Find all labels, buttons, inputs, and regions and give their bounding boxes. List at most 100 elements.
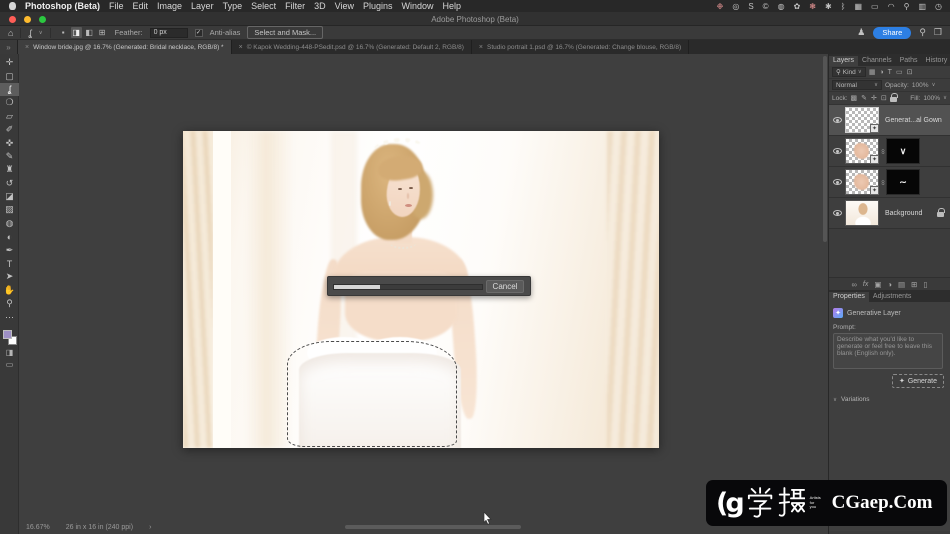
- menu-view[interactable]: View: [335, 1, 354, 11]
- zoom-level[interactable]: 16.67%: [26, 524, 50, 531]
- intersect-selection-icon[interactable]: ⊞: [97, 27, 108, 38]
- layer-row-generative-2[interactable]: ✦ ∞ ∨: [829, 136, 950, 167]
- edit-toolbar-icon[interactable]: ⋯: [0, 310, 19, 323]
- menu-layer[interactable]: Layer: [191, 1, 214, 11]
- status-app-8-icon[interactable]: ✱: [825, 2, 832, 11]
- lasso-tool[interactable]: ʆ: [0, 83, 19, 96]
- fill-value[interactable]: 100%: [923, 95, 940, 102]
- layer-name[interactable]: Background: [885, 210, 922, 217]
- document-tab-3[interactable]: × Studio portrait 1.psd @ 16.7% (Generat…: [472, 40, 689, 54]
- tab-paths[interactable]: Paths: [896, 56, 922, 66]
- feather-input[interactable]: [150, 28, 188, 38]
- filter-adjustment-layers-icon[interactable]: ◑: [879, 69, 883, 76]
- move-tool[interactable]: ✛: [0, 56, 19, 69]
- anti-alias-checkbox[interactable]: ✓: [195, 29, 203, 37]
- share-button[interactable]: Share: [873, 27, 911, 39]
- status-app-6-icon[interactable]: ✿: [794, 2, 801, 11]
- tab-layers[interactable]: Layers: [829, 56, 858, 66]
- menu-help[interactable]: Help: [443, 1, 462, 11]
- menu-select[interactable]: Select: [251, 1, 276, 11]
- lock-all-icon[interactable]: [890, 97, 897, 102]
- vertical-scrollbar[interactable]: [823, 56, 827, 242]
- menu-3d[interactable]: 3D: [314, 1, 326, 11]
- screen-mode-icon[interactable]: ▭: [0, 359, 19, 371]
- layer-mask-thumbnail[interactable]: ∼: [886, 169, 920, 195]
- filter-type-layers-icon[interactable]: T: [888, 69, 892, 76]
- chevron-down-icon[interactable]: ∨: [39, 30, 43, 36]
- quick-mask-icon[interactable]: ◨: [0, 347, 19, 359]
- clone-stamp-tool[interactable]: ♜: [0, 163, 19, 176]
- status-clock-icon[interactable]: ◷: [935, 2, 942, 11]
- menu-edit[interactable]: Edit: [133, 1, 149, 11]
- status-chevron-icon[interactable]: ›: [149, 524, 151, 531]
- workspace-icon[interactable]: ❒: [934, 27, 942, 38]
- layer-row-background[interactable]: Background: [829, 198, 950, 229]
- lock-position-icon[interactable]: ✛: [871, 94, 877, 102]
- healing-brush-tool[interactable]: ✜: [0, 136, 19, 149]
- link-layers-icon[interactable]: ∞: [852, 280, 857, 289]
- lasso-tool-icon[interactable]: ʆ: [28, 28, 31, 38]
- layer-thumbnail[interactable]: ✦: [845, 169, 879, 195]
- apple-icon[interactable]: [9, 2, 16, 10]
- close-icon[interactable]: ×: [25, 44, 29, 51]
- menu-file[interactable]: File: [109, 1, 124, 11]
- layer-mask-thumbnail[interactable]: ∨: [886, 138, 920, 164]
- eraser-tool[interactable]: ◪: [0, 190, 19, 203]
- close-icon[interactable]: ×: [479, 44, 483, 51]
- menu-app-name[interactable]: Photoshop (Beta): [25, 1, 100, 11]
- filter-smart-objects-icon[interactable]: ⊡: [907, 68, 913, 76]
- path-selection-tool[interactable]: ➤: [0, 270, 19, 283]
- horizontal-scrollbar[interactable]: [345, 525, 521, 529]
- eyedropper-tool[interactable]: ✐: [0, 123, 19, 136]
- tab-history[interactable]: History: [922, 56, 950, 66]
- search-icon[interactable]: ⚲: [919, 27, 926, 38]
- menu-filter[interactable]: Filter: [285, 1, 305, 11]
- kind-filter-dropdown[interactable]: ⚲ Kind ∨: [832, 67, 866, 77]
- generate-button[interactable]: ✦ Generate: [892, 374, 944, 388]
- link-mask-icon[interactable]: ∞: [879, 149, 886, 154]
- layer-thumbnail[interactable]: ✦: [845, 107, 879, 133]
- menu-window[interactable]: Window: [402, 1, 434, 11]
- home-icon[interactable]: ⌂: [8, 28, 13, 38]
- new-adjustment-layer-icon[interactable]: ◑: [887, 280, 892, 289]
- menu-plugins[interactable]: Plugins: [363, 1, 393, 11]
- variations-section[interactable]: ∨ Variations: [833, 396, 946, 403]
- link-mask-icon[interactable]: ∞: [879, 180, 886, 185]
- tab-channels[interactable]: Channels: [858, 56, 896, 66]
- layer-thumbnail[interactable]: [845, 200, 879, 226]
- prompt-input[interactable]: [833, 333, 943, 369]
- eye-icon[interactable]: [833, 117, 842, 123]
- delete-layer-icon[interactable]: ▯: [923, 280, 927, 289]
- eye-icon[interactable]: [833, 148, 842, 154]
- eye-icon[interactable]: [833, 210, 842, 216]
- status-app-4-icon[interactable]: ©: [763, 2, 769, 11]
- document-tab-1[interactable]: × Window bride.jpg @ 16.7% (Generated: B…: [18, 40, 232, 54]
- status-app-3-icon[interactable]: S: [748, 2, 753, 11]
- opacity-value[interactable]: 100%: [912, 82, 929, 89]
- lock-transparent-pixels-icon[interactable]: ▩: [851, 94, 858, 102]
- blend-mode-select[interactable]: Normal ∨: [832, 80, 882, 90]
- cancel-button[interactable]: Cancel: [486, 280, 524, 293]
- history-brush-tool[interactable]: ↺: [0, 177, 19, 190]
- object-selection-tool[interactable]: ❍: [0, 96, 19, 109]
- pen-tool[interactable]: ✒: [0, 243, 19, 256]
- status-bluetooth-icon[interactable]: ᛒ: [841, 2, 846, 11]
- canvas-area[interactable]: Cancel 16.67% 26 in x 16 in (240 ppi) ›: [19, 54, 828, 534]
- layer-effects-icon[interactable]: fx: [863, 281, 868, 288]
- filter-shape-layers-icon[interactable]: ▭: [896, 68, 903, 76]
- select-and-mask-button[interactable]: Select and Mask...: [247, 26, 323, 39]
- panel-collapse-icon[interactable]: »: [0, 40, 18, 54]
- close-icon[interactable]: ×: [239, 44, 243, 51]
- status-battery-icon[interactable]: ▭: [871, 2, 879, 11]
- status-app-1-icon[interactable]: ❉: [717, 2, 724, 11]
- chevron-down-icon[interactable]: ∨: [943, 95, 947, 101]
- layer-name[interactable]: Generat...al Gown: [885, 117, 942, 124]
- lock-artboard-icon[interactable]: ⊡: [881, 94, 887, 102]
- status-keyboard-icon[interactable]: ▦: [854, 2, 862, 11]
- status-wifi-icon[interactable]: ◠: [888, 2, 895, 11]
- status-app-5-icon[interactable]: ◍: [778, 2, 785, 11]
- lock-image-pixels-icon[interactable]: ✎: [861, 94, 867, 102]
- add-layer-mask-icon[interactable]: ▣: [874, 280, 881, 289]
- status-search-icon[interactable]: ⚲: [904, 2, 910, 11]
- layer-row-generative-gown[interactable]: ✦ Generat...al Gown: [829, 105, 950, 136]
